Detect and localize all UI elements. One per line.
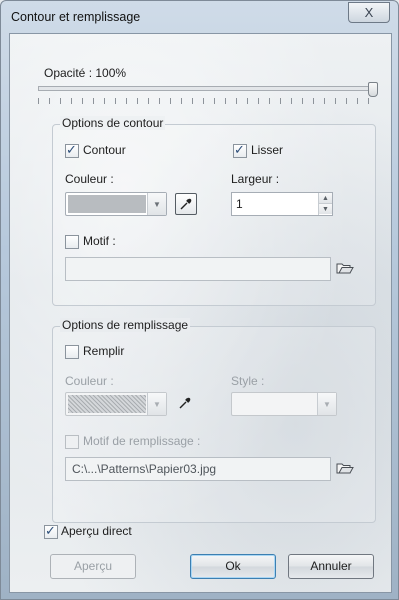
title-bar: Contour et remplissage X	[1, 1, 398, 33]
remplir-label[interactable]: Remplir	[83, 344, 124, 358]
open-folder-icon	[336, 263, 354, 274]
opacity-slider-ticks	[38, 98, 371, 104]
ok-button[interactable]: Ok	[190, 554, 276, 579]
remplir-checkbox[interactable]	[65, 345, 79, 359]
open-folder-icon	[336, 463, 354, 474]
stroke-width-spinner[interactable]: 1 ▲ ▼	[231, 192, 333, 216]
fill-style-label: Style :	[231, 374, 265, 388]
stroke-options-title: Options de contour	[60, 116, 166, 130]
fill-motif-path-field[interactable]: C:\...\Patterns\Papier03.jpg	[65, 457, 331, 481]
dialog-client-area: Opacité : 100% Options de contour Contou…	[9, 33, 392, 593]
lisser-checkbox[interactable]	[233, 142, 247, 158]
chevron-down-icon[interactable]: ▼	[147, 193, 166, 215]
contour-checkbox[interactable]	[65, 142, 79, 158]
fill-motif-label[interactable]: Motif de remplissage :	[83, 434, 200, 448]
lisser-label[interactable]: Lisser	[251, 143, 283, 157]
stroke-motif-checkbox[interactable]	[65, 235, 79, 249]
stroke-motif-browse-button[interactable]	[335, 259, 355, 277]
stroke-width-value: 1	[236, 197, 243, 211]
live-preview-checkbox[interactable]	[44, 523, 58, 539]
close-button[interactable]: X	[348, 2, 390, 23]
spin-up-icon[interactable]: ▲	[319, 193, 332, 204]
fill-color-picker[interactable]: ▼	[65, 392, 167, 416]
stroke-color-label: Couleur :	[65, 172, 114, 186]
fill-motif-checkbox[interactable]	[65, 435, 79, 449]
dialog-window: Contour et remplissage X Opacité : 100% …	[0, 0, 399, 600]
opacity-label: Opacité : 100%	[44, 66, 127, 80]
stroke-motif-label[interactable]: Motif :	[83, 234, 116, 248]
apercu-button[interactable]: Aperçu	[50, 554, 136, 579]
stroke-color-picker[interactable]: ▼	[65, 192, 167, 216]
fill-options-title: Options de remplissage	[60, 318, 191, 332]
fill-color-swatch	[68, 395, 146, 413]
fill-style-select[interactable]: ▼	[231, 392, 337, 416]
fill-eyedropper-button[interactable]	[175, 393, 195, 413]
stroke-eyedropper-button[interactable]	[175, 193, 197, 215]
stroke-motif-path-field[interactable]	[65, 257, 331, 281]
opacity-slider-track[interactable]	[38, 86, 373, 91]
fill-color-label: Couleur :	[65, 374, 114, 388]
spin-down-icon[interactable]: ▼	[319, 204, 332, 214]
chevron-down-icon[interactable]: ▼	[147, 393, 166, 415]
cancel-button[interactable]: Annuler	[288, 554, 374, 579]
eyedropper-icon	[180, 198, 192, 210]
fill-motif-browse-button[interactable]	[335, 459, 355, 477]
stroke-color-swatch	[68, 195, 146, 213]
live-preview-label[interactable]: Aperçu direct	[61, 524, 132, 538]
fill-motif-path: C:\...\Patterns\Papier03.jpg	[72, 462, 217, 476]
contour-label[interactable]: Contour	[83, 143, 126, 157]
close-icon: X	[364, 5, 374, 20]
stroke-width-label: Largeur :	[231, 172, 280, 186]
chevron-down-icon[interactable]: ▼	[317, 393, 336, 415]
eyedropper-icon	[179, 397, 191, 409]
window-title: Contour et remplissage	[11, 10, 141, 24]
opacity-slider-thumb[interactable]	[368, 82, 378, 97]
